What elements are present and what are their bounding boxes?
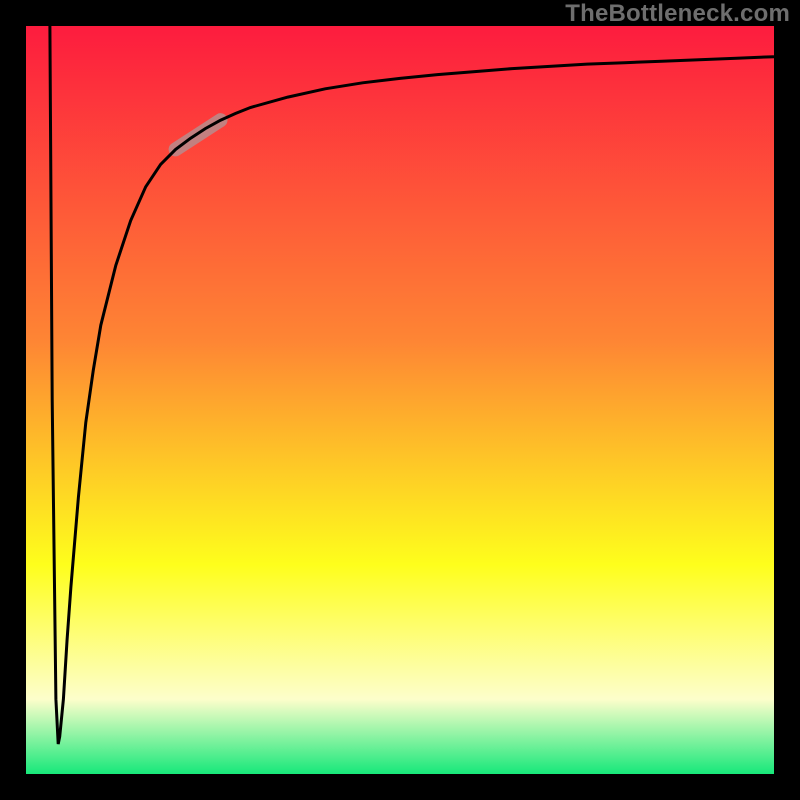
chart-container: TheBottleneck.com	[0, 0, 800, 800]
watermark-text: TheBottleneck.com	[565, 0, 790, 28]
chart-background-gradient	[26, 26, 774, 774]
bottleneck-chart	[0, 0, 800, 800]
